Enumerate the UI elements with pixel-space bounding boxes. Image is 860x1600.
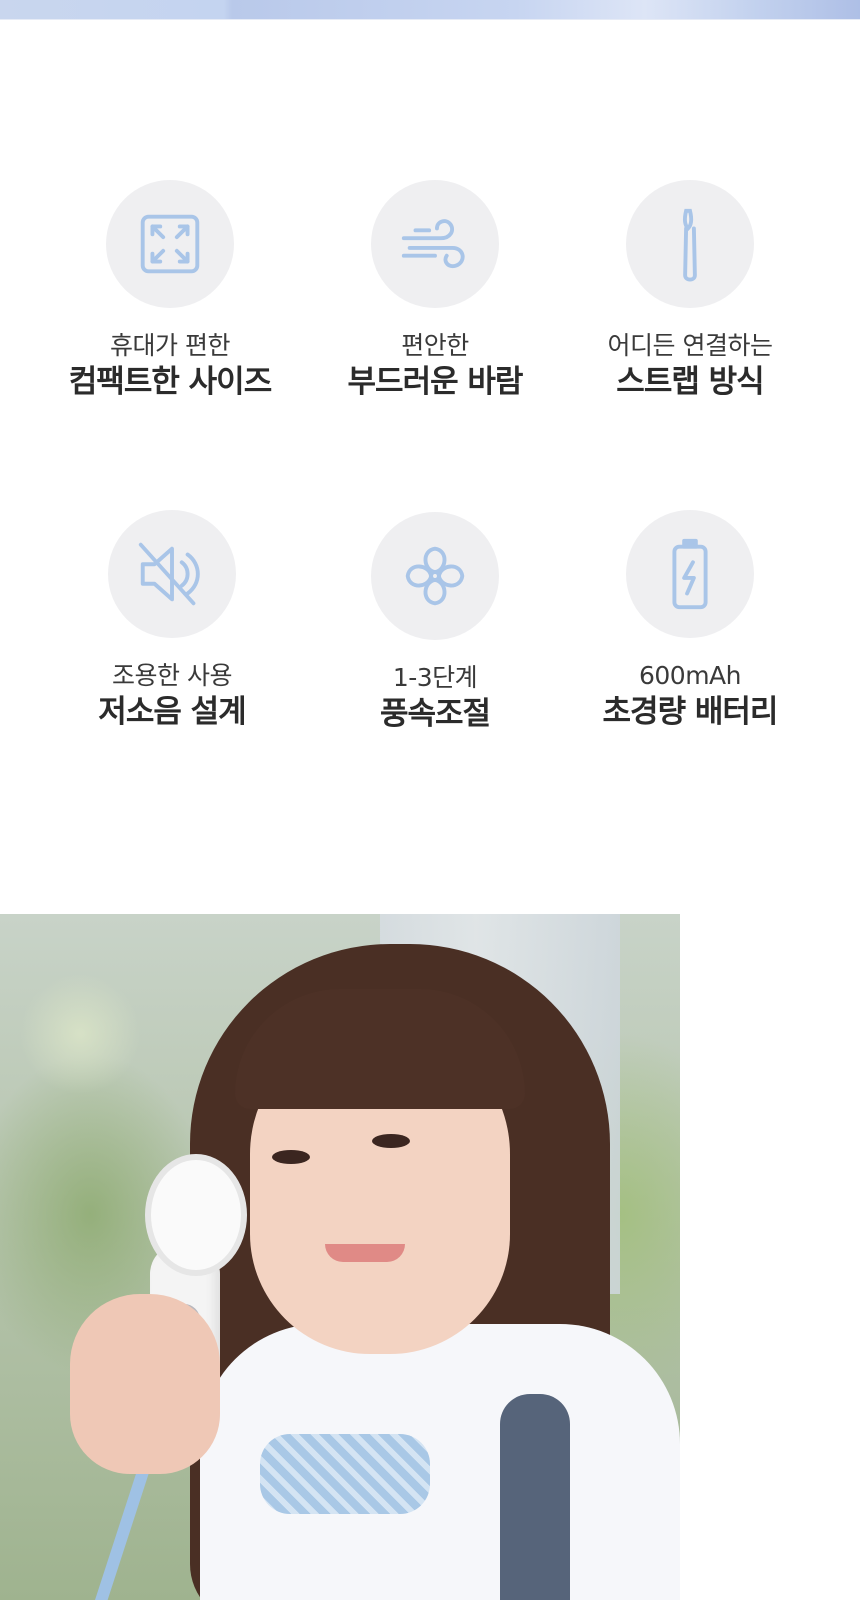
- feature-caption: 휴대가 편한: [110, 331, 230, 360]
- feature-battery: 600mAh 초경량 배터리: [550, 510, 830, 732]
- feature-caption: 1-3단계: [392, 663, 478, 692]
- feature-compact-size: 휴대가 편한 컴팩트한 사이즈: [30, 180, 310, 402]
- product-photo: [0, 914, 680, 1600]
- feature-title: 풍속조절: [379, 696, 491, 732]
- mute-speaker-icon: [108, 510, 236, 638]
- feature-title: 저소음 설계: [98, 694, 246, 730]
- photo-ribbon-bow: [260, 1434, 430, 1514]
- photo-eye-right: [372, 1134, 410, 1148]
- battery-icon: [626, 510, 754, 638]
- feature-caption: 조용한 사용: [112, 661, 232, 690]
- feature-wind-speed: 1-3단계 풍속조절: [295, 512, 575, 734]
- feature-strap: 어디든 연결하는 스트랩 방식: [550, 180, 830, 402]
- feature-caption: 600mAh: [638, 661, 742, 690]
- feature-caption: 어디든 연결하는: [607, 331, 773, 360]
- wind-icon: [371, 180, 499, 308]
- top-banner-strip: [0, 0, 860, 20]
- feature-title: 초경량 배터리: [602, 694, 779, 730]
- feature-title: 컴팩트한 사이즈: [68, 364, 272, 400]
- photo-hand: [70, 1294, 220, 1474]
- photo-backpack-strap: [500, 1394, 570, 1600]
- photo-eye-left: [272, 1150, 310, 1164]
- photo-mouth: [325, 1244, 405, 1262]
- feature-low-noise: 조용한 사용 저소음 설계: [32, 510, 312, 732]
- photo-fan-head: [145, 1154, 247, 1276]
- compact-size-icon: [106, 180, 234, 308]
- fan-icon: [371, 512, 499, 640]
- feature-soft-wind: 편안한 부드러운 바람: [295, 180, 575, 402]
- feature-title: 부드러운 바람: [347, 364, 524, 400]
- feature-caption: 편안한: [401, 331, 469, 360]
- feature-title: 스트랩 방식: [616, 364, 764, 400]
- strap-icon: [626, 180, 754, 308]
